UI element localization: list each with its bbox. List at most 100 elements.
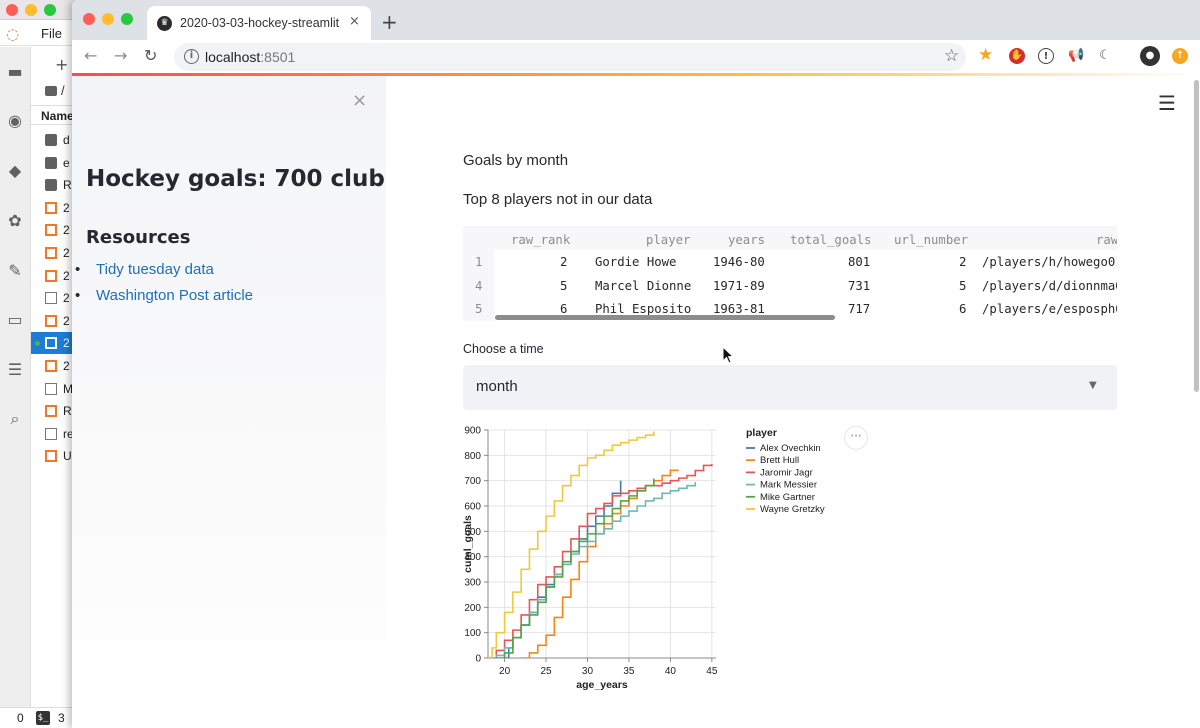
page-scrollbar[interactable] [1194,80,1199,392]
folder-icon [45,156,57,169]
file-name: e [63,155,70,170]
info-icon[interactable]: i [184,49,199,64]
cell-total_goals: 717 [848,302,871,316]
col-header-years: years [728,233,766,247]
bookmark-star-icon[interactable]: ☆ [944,46,959,66]
y-tick-label: 100 [464,628,481,639]
y-tick-label: 300 [464,578,481,589]
breadcrumb: / [45,83,65,98]
file-menu[interactable]: File [41,26,62,41]
reload-icon[interactable]: ↻ [144,46,157,65]
row-index: 4 [475,278,483,293]
file-icon [45,292,57,305]
legend-entry: Mark Messier [760,480,817,491]
close-sidebar-button[interactable]: × [352,90,367,111]
update-icon[interactable]: ↑ [1172,48,1188,64]
file-icon [45,427,57,440]
back-arrow-icon[interactable]: ← [84,46,97,65]
adblock-extension-icon[interactable]: ✋ [1009,48,1025,64]
address-bar[interactable]: i localhost:8501 ☆ [174,43,966,71]
new-tab-button[interactable]: + [381,10,398,34]
tidy-tuesday-link[interactable]: Tidy tuesday data [75,261,214,278]
legend-entry: Mike Gartner [760,492,815,503]
legend-title: player [746,427,777,439]
time-select-value: month [476,378,518,395]
hamburger-menu-icon[interactable]: ☰ [1158,91,1176,115]
file-name: 2 [63,313,70,328]
minimize-window-button[interactable] [102,13,114,25]
zoom-window-button[interactable] [44,4,56,16]
cell-years: 1946-80 [713,255,765,269]
chart-actions-button[interactable]: ··· [844,426,868,450]
close-window-button[interactable] [83,13,95,25]
stop-circle-icon[interactable]: ◉ [5,110,25,130]
y-tick-label: 800 [464,451,481,462]
avatar[interactable]: ● [1140,46,1160,66]
file-name: 2 [63,223,70,238]
tab-close-button[interactable]: × [349,14,360,29]
list-icon[interactable]: ☰ [5,359,25,379]
file-name: U [63,449,72,464]
dataframe[interactable]: raw_rank player years total_goals url_nu… [463,226,1117,321]
time-select[interactable]: month ▼ [463,365,1117,410]
col-header-total_goals: total_goals [790,233,872,247]
notebook-icon [45,405,57,418]
y-tick-label: 0 [475,654,481,665]
tab-icon[interactable]: ▭ [5,309,25,329]
x-tick-label: 30 [582,666,594,677]
close-window-button[interactable] [6,4,18,16]
notebook-icon [45,360,57,372]
git-icon[interactable]: ◆ [5,160,25,180]
col-header-raw_rank: raw_rank [511,233,571,247]
y-tick-label: 200 [464,603,481,614]
forward-arrow-icon[interactable]: → [114,46,127,65]
minimize-window-button[interactable] [25,4,37,16]
notebook-icon [45,450,57,463]
file-name: d [63,133,70,147]
cell-total_goals: 731 [848,278,871,293]
folder-icon[interactable]: ▬ [5,61,25,81]
favorite-star-icon[interactable]: ★ [978,45,993,65]
row-index: 1 [475,255,483,269]
file-name: R [63,404,72,419]
refresh-extension-icon[interactable]: ☾ [1097,48,1113,64]
url-text[interactable]: localhost:8501 [205,49,295,65]
mouse-cursor-icon [722,346,735,364]
cell-raw: /players/h/howego01 [982,255,1117,269]
terminal-count: 3 [58,711,65,725]
breadcrumb-root[interactable]: / [61,83,65,98]
new-launcher-button[interactable]: + [55,55,68,74]
browser-tab[interactable]: ♛ 2020-03-03-hockey-streamlit × [147,6,371,40]
x-axis-title: age_years [576,679,628,691]
y-tick-label: 600 [464,502,481,513]
folder-icon [45,179,57,192]
dataframe-scrollbar[interactable] [495,315,835,320]
caret-down-icon[interactable]: ▼ [1089,380,1097,391]
goals-chart[interactable]: 0 100 200 300 400 500 600 700 800 900 20 25 30 35 40 45… [460,422,880,694]
cell-raw: /players/d/dionnma0 [982,278,1117,293]
cell-raw_rank: 6 [560,302,568,316]
y-tick-label: 900 [464,426,481,437]
folder-icon [45,134,57,146]
notebook-icon [45,247,57,259]
col-header-raw: raw [1096,233,1117,247]
palette-icon[interactable]: ✿ [5,210,25,230]
info-extension-icon[interactable]: ! [1038,48,1054,64]
notebook-icon [45,337,57,350]
col-header-player: player [646,233,691,247]
search-icon[interactable]: ⌕ [5,409,25,429]
cell-player: Phil Esposito [595,302,692,316]
file-name: 2 [63,200,70,215]
zoom-window-button[interactable] [121,13,133,25]
cell-years: 1971-89 [713,278,765,293]
url-port: :8501 [260,49,296,65]
legend-entry: Brett Hull [760,455,799,466]
notebook-icon [45,201,57,214]
wrench-icon[interactable]: ✎ [5,260,25,280]
main-content: ☰ Goals by month Top 8 players not in ou… [386,76,1200,728]
x-tick-label: 25 [540,666,552,677]
cell-url_number: 5 [959,278,967,293]
washington-post-link[interactable]: Washington Post article [75,287,253,304]
megaphone-extension-icon[interactable]: 📢 [1068,48,1084,64]
folder-icon[interactable] [45,85,57,96]
